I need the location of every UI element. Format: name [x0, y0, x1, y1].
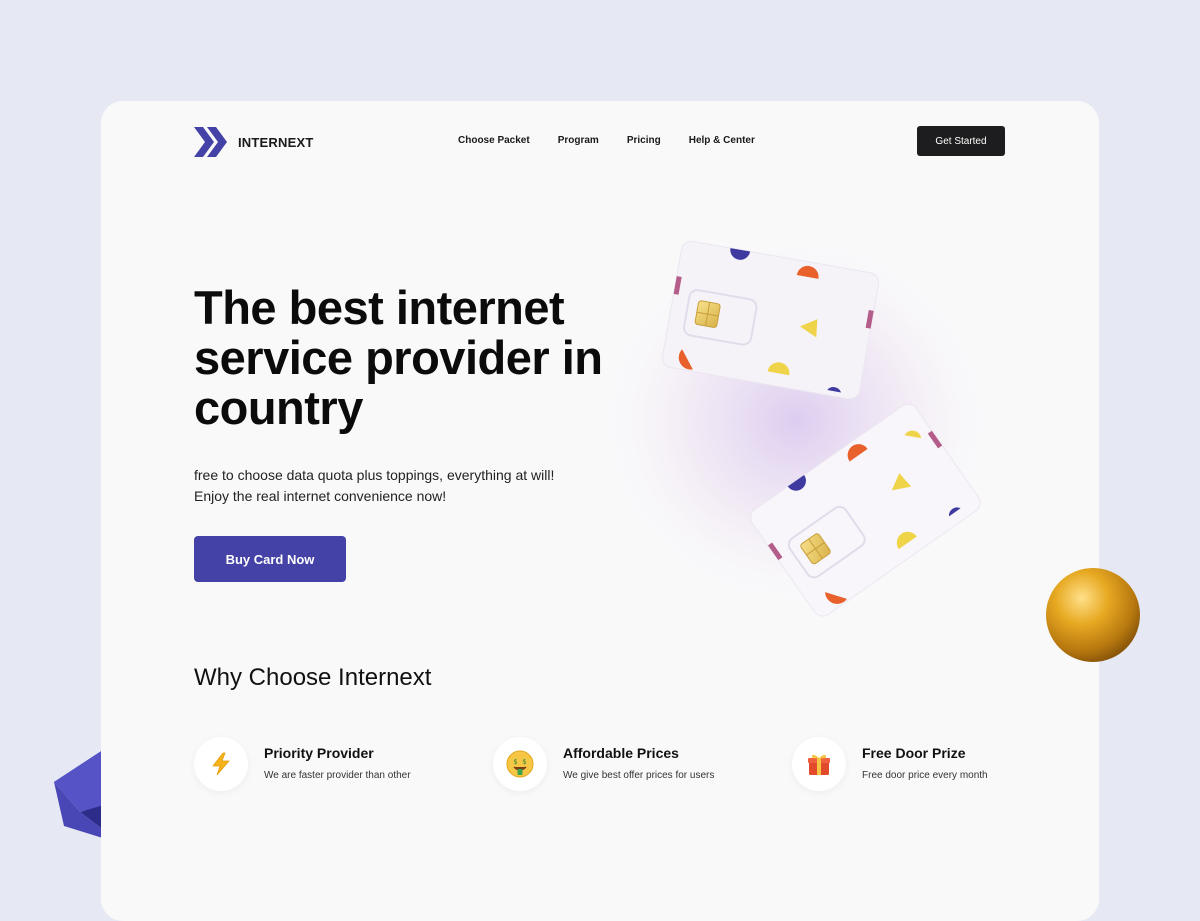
get-started-button[interactable]: Get Started [917, 126, 1005, 156]
feature-item-priority: Priority Provider We are faster provider… [194, 737, 454, 793]
double-chevron-logo-icon [194, 127, 227, 157]
gift-icon [792, 737, 846, 791]
landing-page-card: INTERNEXT Choose Packet Program Pricing … [101, 101, 1099, 921]
feature-description: We give best offer prices for users [563, 770, 715, 781]
why-section-title: Why Choose Internext [194, 664, 432, 691]
nav-item-program[interactable]: Program [558, 135, 599, 146]
main-nav: Choose Packet Program Pricing Help & Cen… [458, 135, 755, 146]
brand-logo[interactable]: INTERNEXT [194, 125, 313, 159]
svg-text:$: $ [522, 758, 526, 766]
nav-item-choose-packet[interactable]: Choose Packet [458, 135, 530, 146]
feature-item-affordable: $ $ Affordable Prices We give best offer… [493, 737, 753, 793]
svg-text:$: $ [513, 758, 517, 766]
feature-title: Affordable Prices [563, 745, 679, 761]
money-face-icon: $ $ [493, 737, 547, 791]
nav-item-pricing[interactable]: Pricing [627, 135, 661, 146]
sphere-decoration [1046, 568, 1140, 662]
hero-title: The best internet service provider in co… [194, 281, 603, 434]
nav-item-help-center[interactable]: Help & Center [689, 135, 755, 146]
buy-card-button[interactable]: Buy Card Now [194, 536, 346, 582]
feature-title: Free Door Prize [862, 745, 966, 761]
feature-title: Priority Provider [264, 745, 374, 761]
lightning-icon [194, 737, 248, 791]
feature-item-door-prize: Free Door Prize Free door price every mo… [792, 737, 1052, 793]
feature-description: Free door price every month [862, 770, 988, 781]
feature-description: We are faster provider than other [264, 770, 411, 781]
hero-subtitle-line-1: free to choose data quota plus toppings,… [194, 467, 555, 483]
sim-cards-illustration [596, 231, 996, 617]
hero-subtitle-line-2: Enjoy the real internet convenience now! [194, 488, 447, 504]
brand-name: INTERNEXT [238, 134, 314, 150]
hero-subtitle: free to choose data quota plus toppings,… [194, 465, 614, 507]
